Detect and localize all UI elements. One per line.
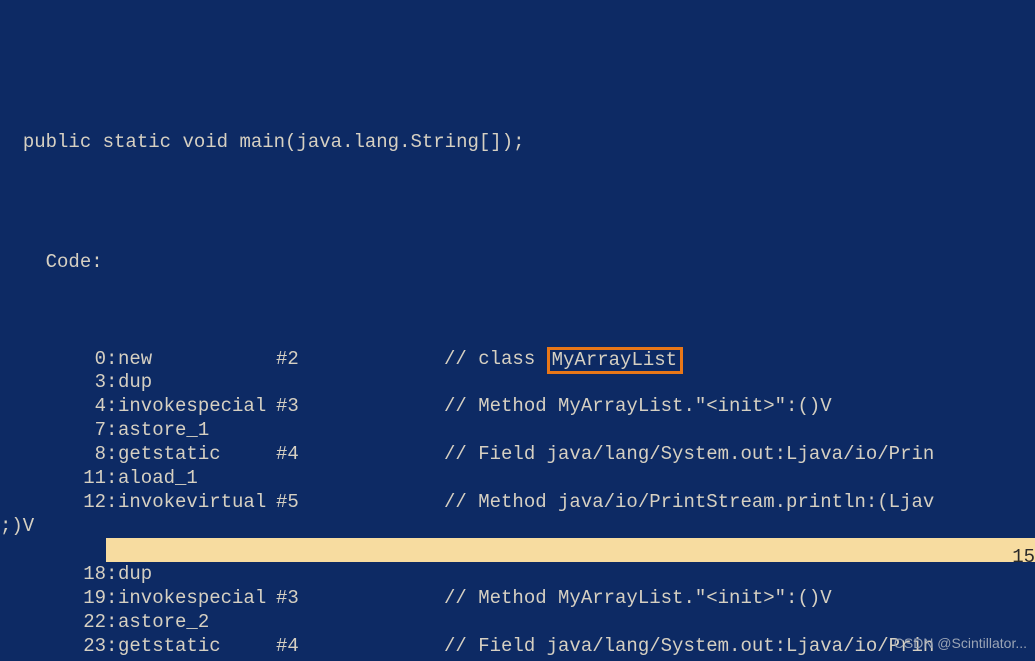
bytecode-row: 0: new#2// class MyArrayList <box>0 346 1035 370</box>
wrapped-line: ;)V <box>0 514 1035 538</box>
const-ref: #3 <box>276 586 444 610</box>
comment: // class MyArrayList <box>444 346 683 373</box>
comment-text: // Field java/lang/System.out:Ljava/io/P… <box>444 442 934 466</box>
bytecode-row: 7: astore_1 <box>0 418 1035 442</box>
bytecode-row: 22: astore_2 <box>0 610 1035 634</box>
bytecode-row: 12: invokevirtual#5// Method java/io/Pri… <box>0 490 1035 514</box>
bytecode-row: 3: dup <box>0 370 1035 394</box>
instruction: dup <box>118 370 276 394</box>
watermark: CSDN @Scintillator... <box>894 631 1027 655</box>
bytecode-row: 23: getstatic#4// Field java/lang/System… <box>0 634 1035 658</box>
instruction: astore_1 <box>118 418 276 442</box>
indent <box>0 250 46 274</box>
instruction: astore_2 <box>118 610 276 634</box>
comment: // Field java/lang/System.out:Ljava/io/P… <box>444 634 934 658</box>
offset: 26 <box>60 658 106 661</box>
offset-colon: : <box>106 658 118 661</box>
comment-text: // Method java/io/PrintStream.println:(L… <box>444 490 934 514</box>
const-ref: #2 <box>276 347 444 371</box>
bytecode-row: 18: dup <box>0 562 1035 586</box>
offset: 18 <box>60 562 106 586</box>
instruction: aload_1 <box>118 466 276 490</box>
offset-colon: : <box>106 466 118 490</box>
code-label: Code: <box>46 250 103 274</box>
bytecode-row: 4: invokespecial#3// Method MyArrayList.… <box>0 394 1035 418</box>
bytecode-row: 15: new#2// class MyArrayList <box>0 538 1035 562</box>
code-label-line: Code: <box>0 250 1035 274</box>
offset-colon: : <box>106 370 118 394</box>
instruction: invokespecial <box>118 394 276 418</box>
offset: 22 <box>60 610 106 634</box>
comment-text: // Method MyArrayList."<init>":()V <box>444 394 832 418</box>
offset-colon: : <box>106 610 118 634</box>
highlight-box: MyArrayList <box>547 347 683 374</box>
instruction: getstatic <box>118 634 276 658</box>
offset-colon: : <box>106 394 118 418</box>
const-ref: #3 <box>276 394 444 418</box>
bytecode-row: 8: getstatic#4// Field java/lang/System.… <box>0 442 1035 466</box>
instruction: invokespecial <box>118 586 276 610</box>
offset: 7 <box>60 418 106 442</box>
offset: 3 <box>60 370 106 394</box>
offset-colon: : <box>106 490 118 514</box>
selection-highlight <box>106 538 1035 562</box>
offset: 19 <box>60 586 106 610</box>
offset-colon: : <box>106 562 118 586</box>
method-signature: public static void main(java.lang.String… <box>23 130 525 154</box>
const-ref: #4 <box>276 634 444 658</box>
instruction: dup <box>118 562 276 586</box>
offset-colon: : <box>106 634 118 658</box>
offset-colon: : <box>106 347 118 371</box>
comment: // Field java/lang/System.out:Ljava/io/P… <box>444 442 934 466</box>
bytecode-row: 26: aload_2 <box>0 658 1035 661</box>
comment: // Method java/io/PrintStream.println:(L… <box>444 490 934 514</box>
comment-text: // Method MyArrayList."<init>":()V <box>444 586 832 610</box>
offset-colon: : <box>106 418 118 442</box>
const-ref: #4 <box>276 442 444 466</box>
instruction: getstatic <box>118 442 276 466</box>
bytecode-row: 19: invokespecial#3// Method MyArrayList… <box>0 586 1035 610</box>
offset: 11 <box>60 466 106 490</box>
comment: // Method MyArrayList."<init>":()V <box>444 586 832 610</box>
instruction: invokevirtual <box>118 490 276 514</box>
instruction: aload_2 <box>118 658 276 661</box>
const-ref: #5 <box>276 490 444 514</box>
offset: 23 <box>60 634 106 658</box>
offset: 0 <box>60 347 106 371</box>
indent <box>0 130 23 154</box>
comment-text: // class <box>444 347 547 371</box>
bytecode-row: 11: aload_1 <box>0 466 1035 490</box>
wrapped-text: ;)V <box>0 514 34 538</box>
comment-text: // Field java/lang/System.out:Ljava/io/P… <box>444 634 934 658</box>
instruction: new <box>118 347 276 371</box>
offset: 15 <box>989 545 1035 569</box>
offset-colon: : <box>106 442 118 466</box>
bytecode-listing: public static void main(java.lang.String… <box>0 24 1035 661</box>
offset: 12 <box>60 490 106 514</box>
method-signature-line: public static void main(java.lang.String… <box>0 130 1035 154</box>
offset: 4 <box>60 394 106 418</box>
offset-colon: : <box>106 586 118 610</box>
comment: // Method MyArrayList."<init>":()V <box>444 394 832 418</box>
offset: 8 <box>60 442 106 466</box>
